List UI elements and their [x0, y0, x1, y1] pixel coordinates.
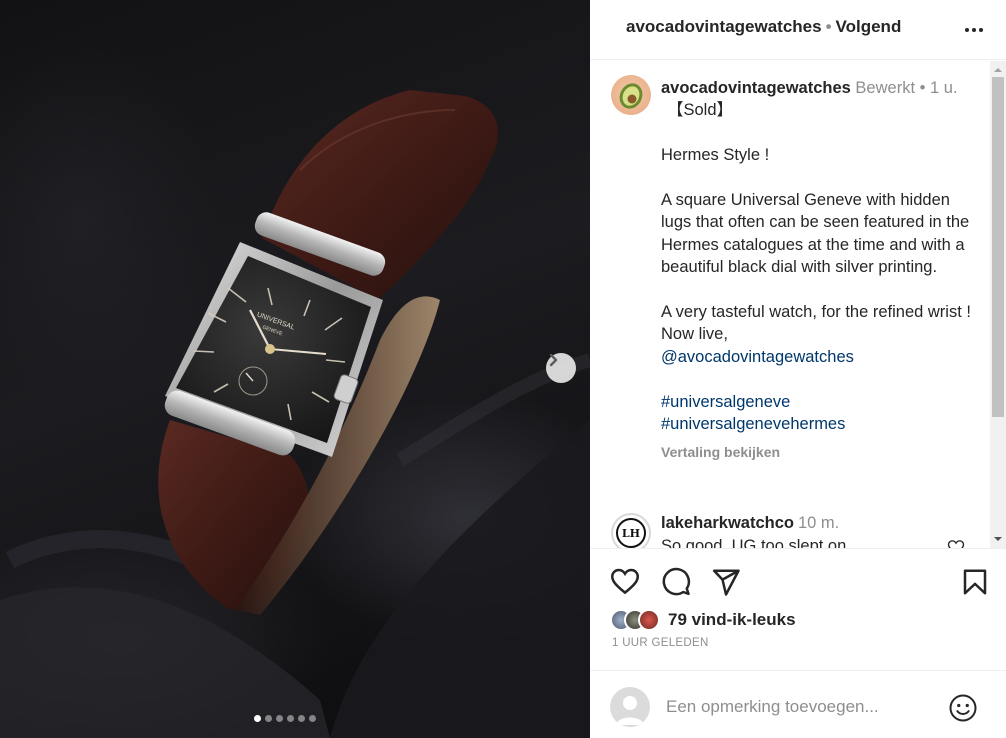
lakehark-logo-icon: LH [616, 518, 646, 548]
caption-time[interactable]: 1 u. [930, 79, 958, 97]
comment-meta: lakeharkwatchco 10 m. [661, 514, 839, 533]
hashtag-link[interactable]: #universalgenevehermes [661, 413, 979, 435]
following-button[interactable]: Volgend [836, 17, 902, 36]
scrollbar-thumb[interactable] [992, 77, 1004, 417]
likes-row: 79 vind-ik-leuks [610, 605, 796, 635]
bookmark-icon[interactable] [960, 567, 990, 597]
post-caption: avocadovintagewatches Bewerkt • 1 u. 【So… [661, 77, 979, 464]
caption-meta-separator: • [919, 79, 926, 97]
carousel-dot [287, 715, 294, 722]
likes-count[interactable]: 79 vind-ik-leuks [668, 610, 796, 630]
watch-photo: UNIVERSAL GENEVE [0, 90, 590, 738]
caption-mention[interactable]: @avocadovintagewatches [661, 346, 979, 368]
comment-username[interactable]: lakeharkwatchco [661, 514, 794, 532]
carousel-dot-active [254, 715, 261, 722]
carousel-indicator [254, 715, 316, 722]
hashtag-link[interactable]: #universalgeneve [661, 391, 979, 413]
post-side-panel: avocadovintagewatches • Volgend avocadovin… [590, 0, 1006, 738]
avocado-logo-icon [619, 83, 643, 109]
comment-time: 10 m. [797, 514, 840, 532]
comment-item: LH lakeharkwatchco 10 m. So good, UG too … [611, 511, 990, 548]
scroll-down-arrow-icon[interactable] [993, 534, 1003, 544]
comment-icon[interactable] [661, 567, 691, 597]
post-timestamp: 1 UUR GELEDEN [612, 637, 709, 649]
paper-plane-icon[interactable] [711, 567, 741, 597]
next-image-button[interactable] [546, 353, 576, 383]
avatar[interactable] [611, 75, 651, 115]
heart-icon[interactable] [610, 567, 640, 597]
smiley-icon[interactable] [948, 693, 978, 723]
post-media[interactable]: UNIVERSAL GENEVE [0, 0, 590, 738]
carousel-dot [265, 715, 272, 722]
caption-paragraph-2: A very tasteful watch, for the refined w… [661, 303, 971, 344]
see-translation-link[interactable]: Vertaling bekijken [661, 441, 979, 463]
post-header: avocadovintagewatches • Volgend [590, 0, 1006, 60]
caption-edited: Bewerkt [855, 79, 916, 97]
header-username[interactable]: avocadovintagewatches [626, 17, 822, 36]
comments-section[interactable]: avocadovintagewatches Bewerkt • 1 u. 【So… [590, 61, 990, 548]
add-comment-bar [590, 670, 1006, 738]
post-actions: 79 vind-ik-leuks 1 UUR GELEDEN [590, 548, 1006, 738]
more-horizontal-icon[interactable] [962, 18, 986, 42]
carousel-dot [276, 715, 283, 722]
avatar [610, 687, 650, 727]
caption-style-line: Hermes Style ! [661, 146, 770, 165]
caption-sold-line: 【Sold】 [667, 101, 734, 120]
heart-icon[interactable] [947, 539, 965, 548]
default-user-icon [616, 696, 644, 725]
comments-scrollbar[interactable] [990, 61, 1006, 548]
comment-text: So good, UG too slept on [661, 537, 847, 548]
avatar[interactable]: LH [611, 513, 651, 548]
comment-input[interactable] [666, 694, 936, 720]
scroll-up-arrow-icon[interactable] [993, 65, 1003, 75]
carousel-dot [309, 715, 316, 722]
header-separator: • [825, 17, 832, 36]
liker-avatar[interactable] [638, 609, 660, 631]
caption-username[interactable]: avocadovintagewatches [661, 79, 851, 97]
header-user-line: avocadovintagewatches • Volgend [626, 17, 901, 37]
caption-paragraph-1: A square Universal Geneve with hidden lu… [661, 191, 970, 277]
chevron-right-icon [549, 353, 558, 367]
carousel-dot [298, 715, 305, 722]
